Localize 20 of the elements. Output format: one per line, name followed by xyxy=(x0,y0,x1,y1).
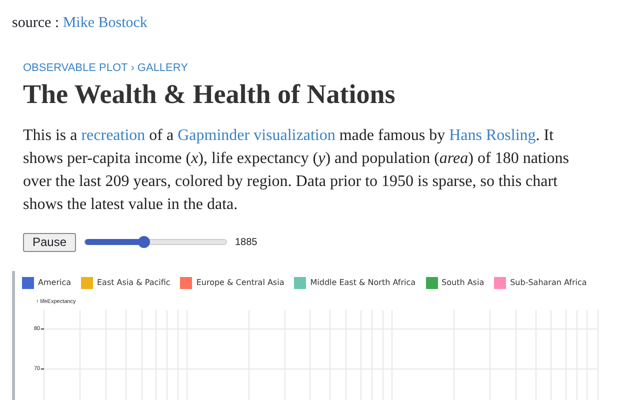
year-value: 1885 xyxy=(235,236,258,250)
breadcrumb-separator: › xyxy=(130,60,134,74)
page-title: The Wealth & Health of Nations xyxy=(23,78,396,110)
slider-thumb[interactable] xyxy=(138,236,150,248)
text-link[interactable]: Hans Rosling xyxy=(449,126,536,144)
breadcrumb-link[interactable]: OBSERVABLE PLOT xyxy=(23,60,128,74)
pause-button[interactable]: Pause xyxy=(23,232,76,252)
source-label: source : xyxy=(12,15,60,31)
author-link[interactable]: Mike Bostock xyxy=(62,15,148,31)
legend-label: Sub-Saharan Africa xyxy=(510,276,587,288)
legend-label: America xyxy=(38,276,71,288)
legend-label: South Asia xyxy=(442,276,484,288)
legend-label: Europe & Central Asia xyxy=(196,276,284,288)
legend-label: East Asia & Pacific xyxy=(97,276,170,288)
legend-label: Middle East & North Africa xyxy=(310,276,416,288)
breadcrumb-link[interactable]: GALLERY xyxy=(137,60,188,74)
text-link[interactable]: recreation xyxy=(81,126,146,144)
year-slider[interactable] xyxy=(84,236,227,248)
description-paragraph: This is a recreation of a Gapminder visualization made famous by Hans Rosling. It shows per-capita income (x), life expectancy (y) and population (area) of 180 nations over the last 209 years, colored by region. Data prior to 1950 is sparse, so this chart shows the latest value in the data. xyxy=(23,126,570,214)
text-link[interactable]: Gapminder visualization xyxy=(178,126,336,144)
